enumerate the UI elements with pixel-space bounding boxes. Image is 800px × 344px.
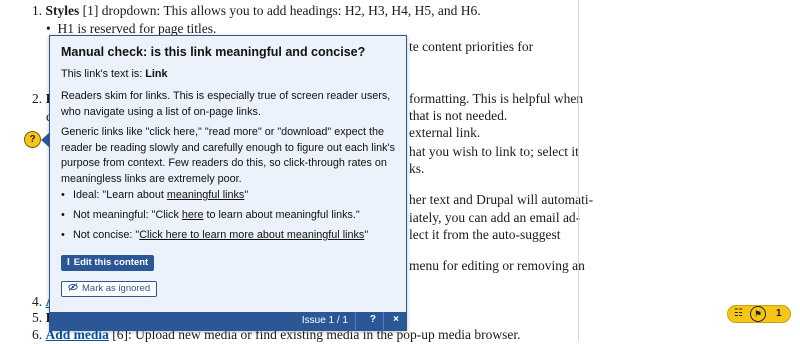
text-fragment: lect it from the auto-suggest <box>409 227 561 242</box>
text-fragment: external link. <box>409 125 481 140</box>
issue-marker-button[interactable]: ? <box>24 131 41 148</box>
list-item-styles: 1. Styles [1] dropdown: This allows you … <box>32 2 481 20</box>
edit-content-button[interactable]: I Edit this content <box>61 255 155 271</box>
checker-toggle-button[interactable]: ☷ ⚑ 1 <box>727 305 791 323</box>
popup-title: Manual check: is this link meaningful an… <box>61 45 366 59</box>
help-button[interactable]: ? <box>370 314 376 325</box>
list-number: 1. <box>32 3 43 18</box>
example-link-ideal[interactable]: meaningful links <box>167 189 244 201</box>
list-item-not-meaningful: • Not meaningful: "Click here to learn ab… <box>61 209 360 221</box>
link-text-value: Link <box>145 68 168 80</box>
text-fragment: ks. <box>409 161 425 176</box>
text-fragment: formatting. This is helpful when <box>409 91 584 106</box>
bullet-text: H1 is reserved for page titles. <box>57 21 217 36</box>
tooltip-arrow <box>41 133 49 147</box>
text-fragment: te content priorities for <box>409 39 534 54</box>
flag-icon: ⚑ <box>750 306 766 322</box>
text-fragment: hat you wish to link to; select it <box>409 144 579 159</box>
list-item-not-concise: • Not concise: "Click here to learn more … <box>61 229 369 241</box>
popup-footer: Issue 1 / 1 ? × <box>50 312 406 330</box>
popup-paragraph-2: Generic links like "click here," "read m… <box>61 126 395 185</box>
question-icon: ? <box>29 134 36 145</box>
eye-slash-icon <box>68 282 78 296</box>
issue-counter: Issue 1 / 1 <box>301 315 348 326</box>
footer-divider <box>383 312 384 330</box>
list-item-5: 5. I <box>32 310 51 325</box>
list-icon: ☷ <box>734 308 743 319</box>
text-fragment: that is not needed. <box>409 108 508 123</box>
accessibility-check-popup: Manual check: is this link meaningful an… <box>49 35 407 331</box>
styles-description: [1] dropdown: This allows you to add hea… <box>79 3 481 18</box>
mark-ignored-button[interactable]: Mark as ignored <box>61 281 158 297</box>
text-fragment: her text and Drupal will automati- <box>409 192 594 207</box>
issue-count-badge: 1 <box>776 308 782 319</box>
text-fragment: iately, you can add an email ad- <box>409 210 581 225</box>
link-text-line: This link's text is: Link <box>61 68 168 80</box>
bullet-dot: • <box>46 21 58 36</box>
content-divider <box>578 0 579 341</box>
example-link-here[interactable]: here <box>182 209 204 221</box>
text-cursor-icon: I <box>67 257 70 268</box>
mark-ignored-label: Mark as ignored <box>82 283 151 294</box>
close-button[interactable]: × <box>393 314 399 325</box>
edit-content-label: Edit this content <box>73 257 149 268</box>
styles-label: Styles <box>45 3 80 18</box>
list-item-2: 2. I <box>32 91 51 106</box>
example-link-long[interactable]: Click here to learn more about meaningfu… <box>139 229 364 241</box>
list-item-ideal: • Ideal: "Learn about meaningful links" <box>61 189 249 201</box>
footer-divider <box>355 312 356 330</box>
popup-paragraph-1: Readers skim for links. This is especial… <box>61 90 391 118</box>
text-fragment: menu for editing or removing an <box>409 258 585 273</box>
